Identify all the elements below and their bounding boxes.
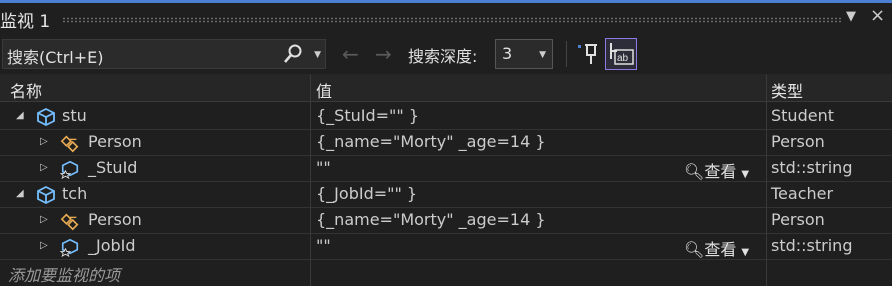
search-icon: 🔍︎: [684, 162, 705, 181]
row-value[interactable]: {_name="Morty" _age=14 }: [316, 132, 546, 151]
view-visualizer-button[interactable]: 🔍︎查看 ▼: [684, 236, 749, 260]
row-type: std::string: [771, 158, 853, 177]
row-type: std::string: [771, 236, 853, 255]
field-variable-icon: [60, 238, 79, 257]
row-name: Person: [88, 132, 142, 151]
view-visualizer-button[interactable]: 🔍︎查看 ▼: [684, 158, 749, 182]
row-name: stu: [62, 106, 87, 125]
object-variable-icon: [37, 107, 55, 127]
watch-toolbar: 搜索(Ctrl+E) ▼ ← → 搜索深度: 3 ▼ ab: [0, 35, 892, 73]
view-label: 查看: [704, 240, 737, 259]
search-icon[interactable]: [283, 43, 303, 65]
row-type: Student: [771, 106, 834, 125]
column-header-bar: [0, 74, 892, 102]
field-variable-icon: [60, 160, 79, 179]
expand-arrow-icon[interactable]: ▷: [40, 240, 48, 251]
column-divider[interactable]: [766, 74, 767, 286]
close-icon[interactable]: ×: [870, 5, 885, 26]
table-row[interactable]: ▷ _JobId "" 🔍︎查看 ▼ std::string: [0, 234, 892, 260]
search-depth-select[interactable]: 3 ▼: [495, 39, 553, 69]
search-depth-label: 搜索深度:: [408, 47, 478, 66]
format-ab-icon: ab: [610, 43, 634, 65]
table-row[interactable]: ▷ Person {_name="Morty" _age=14 } Person: [0, 208, 892, 234]
collapse-arrow-icon[interactable]: ◢: [16, 188, 24, 199]
row-name: Person: [88, 210, 142, 229]
search-depth-value: 3: [502, 44, 513, 63]
row-value[interactable]: "": [316, 158, 331, 177]
add-watch-placeholder[interactable]: 添加要监视的项: [8, 262, 120, 286]
window-title: 监视 1: [0, 12, 51, 32]
pin-icon[interactable]: [576, 41, 602, 67]
row-value[interactable]: "": [316, 236, 331, 255]
format-hex-toggle-button[interactable]: ab: [605, 38, 637, 70]
table-row[interactable]: ▷ Person {_name="Morty" _age=14 } Person: [0, 130, 892, 156]
column-header-value[interactable]: 值: [316, 78, 332, 104]
column-divider[interactable]: [310, 74, 311, 286]
row-value[interactable]: {_JobId="" }: [316, 184, 417, 203]
row-name: _JobId: [88, 236, 136, 255]
toolbar-divider: [566, 41, 567, 67]
expand-arrow-icon[interactable]: ▷: [40, 136, 48, 147]
table-row[interactable]: ◢ tch {_JobId="" } Teacher: [0, 182, 892, 208]
expand-arrow-icon[interactable]: ▷: [40, 162, 48, 173]
row-value[interactable]: {_name="Morty" _age=14 }: [316, 210, 546, 229]
watch-window-titlebar: 监视 1 ▼ ×: [0, 0, 892, 35]
search-options-chevron-icon[interactable]: ▼: [314, 50, 321, 60]
search-placeholder: 搜索(Ctrl+E): [7, 48, 104, 67]
window-options-icon[interactable]: ▼: [846, 9, 856, 24]
row-value[interactable]: {_StuId="" }: [316, 106, 419, 125]
svg-text:ab: ab: [617, 53, 629, 64]
expand-arrow-icon[interactable]: ▷: [40, 214, 48, 225]
object-variable-icon: [37, 185, 55, 205]
column-header-type[interactable]: 类型: [771, 78, 803, 104]
drag-grip[interactable]: [62, 17, 842, 23]
row-type: Person: [771, 132, 825, 151]
row-type: Teacher: [771, 184, 834, 203]
row-name: tch: [62, 184, 88, 203]
chevron-down-icon: ▼: [741, 169, 750, 180]
collapse-arrow-icon[interactable]: ◢: [16, 110, 24, 121]
row-name: _StuId: [88, 158, 138, 177]
base-class-icon: [60, 213, 79, 231]
search-back-arrow-icon[interactable]: ←: [342, 42, 359, 66]
chevron-down-icon: ▼: [539, 50, 546, 60]
search-icon: 🔍︎: [684, 240, 705, 259]
table-row[interactable]: ◢ stu {_StuId="" } Student: [0, 104, 892, 130]
base-class-icon: [60, 135, 79, 153]
add-watch-row[interactable]: 添加要监视的项: [0, 260, 892, 286]
table-row[interactable]: ▷ _StuId "" 🔍︎查看 ▼ std::string: [0, 156, 892, 182]
view-label: 查看: [704, 162, 737, 181]
column-header-name[interactable]: 名称: [10, 78, 42, 104]
search-input[interactable]: 搜索(Ctrl+E) ▼: [2, 39, 326, 69]
search-forward-arrow-icon[interactable]: →: [375, 42, 392, 66]
chevron-down-icon: ▼: [741, 247, 750, 258]
row-type: Person: [771, 210, 825, 229]
